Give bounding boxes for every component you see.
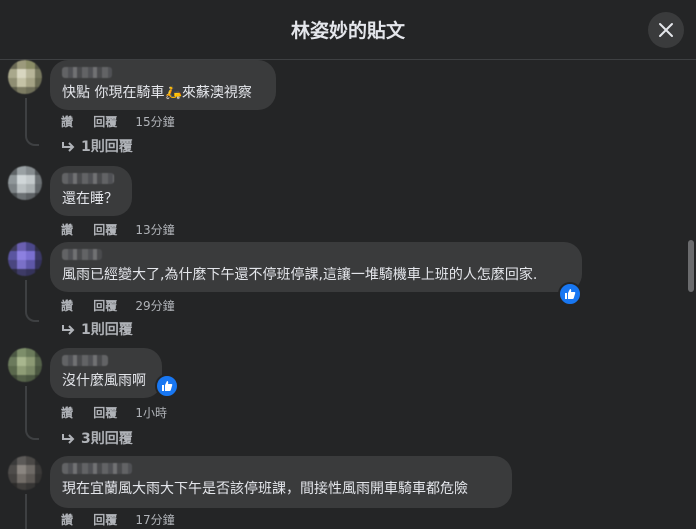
- commenter-name[interactable]: [62, 463, 132, 474]
- timestamp[interactable]: 13分鐘: [135, 221, 174, 238]
- avatar[interactable]: [8, 60, 42, 94]
- like-button[interactable]: 讚: [61, 297, 73, 314]
- replies-count: 1則回覆: [81, 139, 133, 155]
- reply-button[interactable]: 回覆: [93, 404, 117, 421]
- reply-arrow-icon: [62, 434, 75, 444]
- like-button[interactable]: 讚: [61, 404, 73, 421]
- commenter-name[interactable]: [62, 249, 102, 260]
- view-replies-link[interactable]: 3則回覆: [61, 428, 133, 448]
- scrollbar-thumb[interactable]: [688, 240, 694, 292]
- avatar[interactable]: [8, 166, 42, 200]
- timestamp[interactable]: 1小時: [135, 404, 167, 421]
- comment-text: 現在宜蘭風大雨大下午是否該停班課，間接性風雨開車騎車都危險: [62, 481, 468, 497]
- reply-arrow-icon: [62, 325, 75, 335]
- comment-bubble: 風雨已經變大了,為什麼下午還不停班停課,這讓一堆騎機車上班的人怎麼回家.: [50, 242, 582, 292]
- comment-text: 還在睡？: [62, 191, 118, 207]
- thumbs-up-icon: [565, 289, 576, 299]
- comment-text: 風雨已經變大了,為什麼下午還不停班停課,這讓一堆騎機車上班的人怎麼回家.: [62, 267, 538, 283]
- reply-button[interactable]: 回覆: [93, 221, 117, 238]
- thread-elbow: [25, 120, 39, 146]
- comment-bubble: 快點 你現在騎車🛵來蘇澳視察: [50, 60, 276, 110]
- reply-button[interactable]: 回覆: [93, 113, 117, 130]
- comment-text: 沒什麼風雨啊: [62, 373, 146, 389]
- commenter-name[interactable]: [62, 67, 112, 78]
- reply-button[interactable]: 回覆: [93, 511, 117, 528]
- dialog-header: 林姿妙的貼文: [0, 0, 696, 60]
- thread-elbow: [25, 400, 39, 440]
- like-reaction-badge[interactable]: [155, 374, 179, 398]
- thread-elbow: [25, 290, 39, 322]
- reply-button[interactable]: 回覆: [93, 297, 117, 314]
- timestamp[interactable]: 15分鐘: [135, 113, 174, 130]
- comment-bubble: 現在宜蘭風大雨大下午是否該停班課，間接性風雨開車騎車都危險: [50, 456, 512, 508]
- replies-count: 3則回覆: [81, 431, 133, 447]
- thread-line: [25, 494, 27, 529]
- like-reaction-badge[interactable]: [558, 282, 582, 306]
- replies-count: 1則回覆: [81, 322, 133, 338]
- like-button[interactable]: 讚: [61, 113, 73, 130]
- avatar[interactable]: [8, 242, 42, 276]
- like-button[interactable]: 讚: [61, 221, 73, 238]
- view-replies-link[interactable]: 1則回覆: [61, 136, 133, 156]
- avatar[interactable]: [8, 348, 42, 382]
- comment-text: 快點 你現在騎車🛵來蘇澳視察: [62, 85, 252, 101]
- comment-actions: 讚 回覆 13分鐘: [61, 221, 175, 238]
- comment-bubble: 還在睡？: [50, 166, 132, 216]
- avatar[interactable]: [8, 456, 42, 490]
- comment-actions: 讚 回覆 17分鐘: [61, 511, 175, 528]
- reply-arrow-icon: [62, 142, 75, 152]
- timestamp[interactable]: 29分鐘: [135, 297, 174, 314]
- close-icon: [659, 23, 673, 37]
- commenter-name[interactable]: [62, 173, 114, 184]
- comment-bubble: 沒什麼風雨啊: [50, 348, 162, 398]
- comment-actions: 讚 回覆 29分鐘: [61, 297, 175, 314]
- close-button[interactable]: [648, 12, 684, 48]
- view-replies-link[interactable]: 1則回覆: [61, 319, 133, 339]
- timestamp[interactable]: 17分鐘: [135, 511, 174, 528]
- like-button[interactable]: 讚: [61, 511, 73, 528]
- thumbs-up-icon: [162, 381, 173, 391]
- dialog-title: 林姿妙的貼文: [290, 20, 405, 42]
- comment-actions: 讚 回覆 15分鐘: [61, 113, 175, 130]
- comment-actions: 讚 回覆 1小時: [61, 404, 167, 421]
- commenter-name[interactable]: [62, 355, 108, 366]
